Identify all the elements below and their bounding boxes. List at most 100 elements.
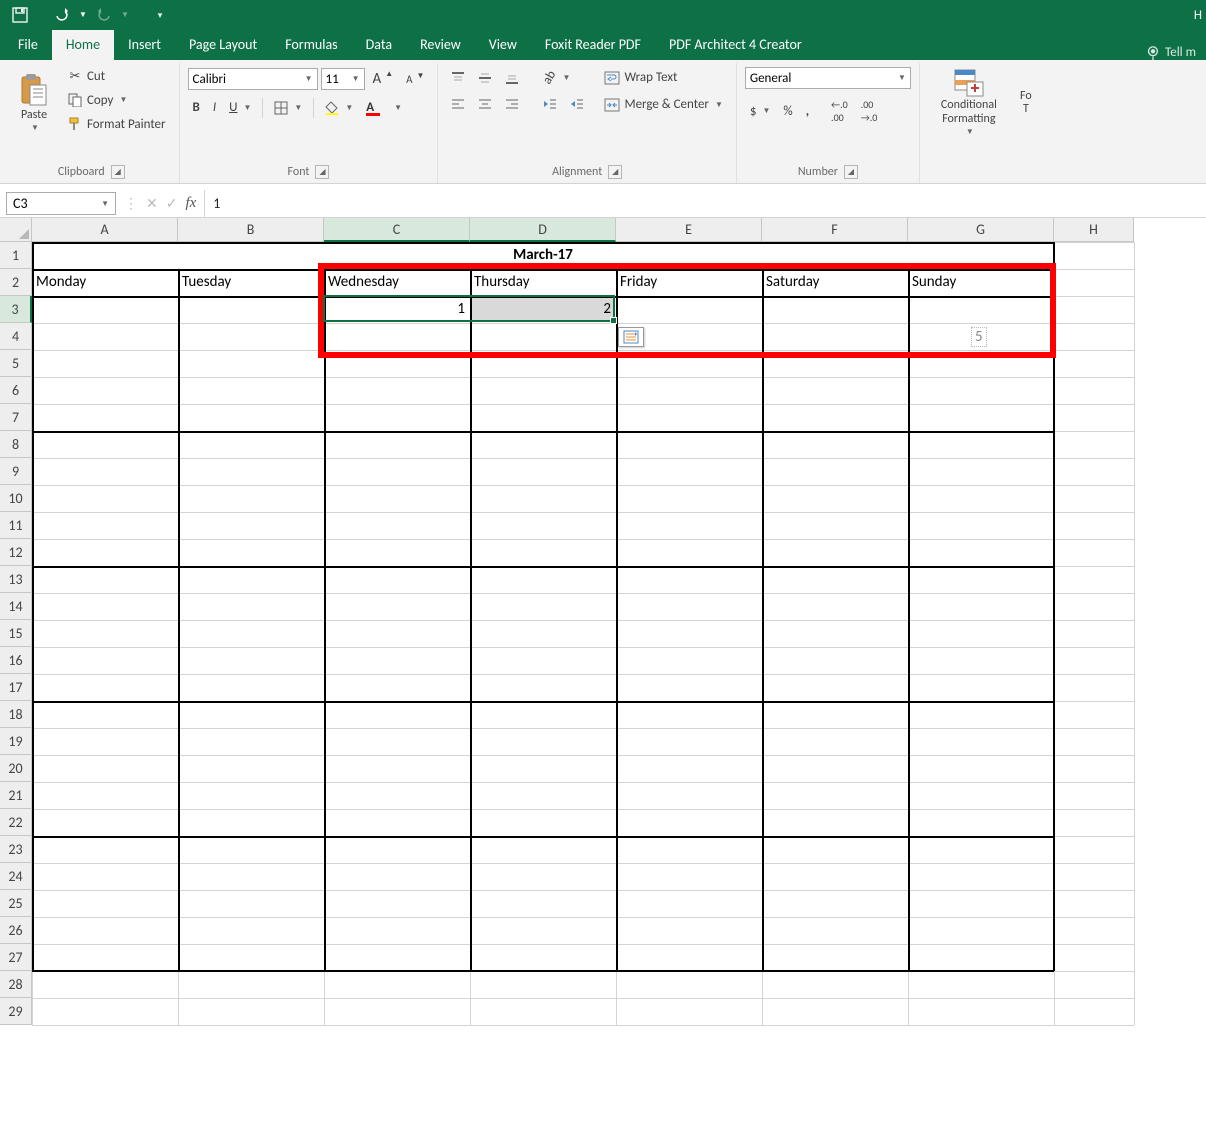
- fill-color-button[interactable]: ▼: [320, 98, 358, 118]
- increase-indent-button[interactable]: [565, 94, 589, 114]
- clipboard-dialog-launcher-icon[interactable]: ◢: [111, 165, 125, 179]
- tab-formulas[interactable]: Formulas: [271, 30, 351, 60]
- autofill-options-icon[interactable]: [618, 327, 644, 347]
- tab-insert[interactable]: Insert: [114, 30, 175, 60]
- row-header-6[interactable]: 6: [0, 377, 32, 404]
- row-header-21[interactable]: 21: [0, 782, 32, 809]
- row-header-16[interactable]: 16: [0, 647, 32, 674]
- number-dialog-launcher-icon[interactable]: ◢: [844, 165, 858, 179]
- redo-icon[interactable]: [92, 3, 116, 27]
- redo-dropdown-icon[interactable]: ▼: [120, 3, 130, 27]
- undo-icon[interactable]: [50, 3, 74, 27]
- increase-decimal-button[interactable]: ←.0.00: [826, 95, 853, 127]
- row-header-23[interactable]: 23: [0, 836, 32, 863]
- col-header-H[interactable]: H: [1054, 218, 1134, 242]
- format-as-table-button[interactable]: Fo T: [1016, 63, 1036, 143]
- row-header-9[interactable]: 9: [0, 458, 32, 485]
- tab-home[interactable]: Home: [52, 30, 114, 60]
- cell-D3[interactable]: 2: [470, 296, 615, 322]
- alignment-dialog-launcher-icon[interactable]: ◢: [608, 165, 622, 179]
- formula-bar-input[interactable]: 1: [204, 190, 1206, 217]
- tab-view[interactable]: View: [475, 30, 531, 60]
- decrease-font-button[interactable]: A▼: [401, 70, 429, 89]
- number-format-combo[interactable]: General▼: [745, 67, 911, 89]
- tell-me-search[interactable]: Tell m: [1136, 45, 1206, 60]
- select-all-corner[interactable]: [0, 218, 32, 242]
- enter-formula-icon[interactable]: ✓: [166, 195, 178, 212]
- name-box[interactable]: C3 ▼: [6, 192, 116, 215]
- save-icon[interactable]: [8, 3, 32, 27]
- orientation-button[interactable]: ab▼: [538, 67, 575, 88]
- row-header-25[interactable]: 25: [0, 890, 32, 917]
- cell-E2[interactable]: Friday: [616, 269, 761, 295]
- cell-C3[interactable]: 1: [324, 296, 469, 322]
- increase-font-button[interactable]: A▲: [368, 67, 399, 91]
- tab-data[interactable]: Data: [352, 30, 406, 60]
- row-header-27[interactable]: 27: [0, 944, 32, 971]
- cell-title-merged[interactable]: March-17: [32, 242, 1054, 268]
- row-header-13[interactable]: 13: [0, 566, 32, 593]
- row-header-22[interactable]: 22: [0, 809, 32, 836]
- row-header-3[interactable]: 3: [0, 296, 32, 323]
- row-header-7[interactable]: 7: [0, 404, 32, 431]
- qat-customize-icon[interactable]: ▾: [148, 3, 172, 27]
- cell-G2[interactable]: Sunday: [908, 269, 1053, 295]
- merge-center-button[interactable]: Merge & Center ▼: [599, 94, 727, 115]
- cell-D2[interactable]: Thursday: [470, 269, 615, 295]
- conditional-formatting-button[interactable]: ConditionalFormatting▼: [928, 63, 1010, 143]
- align-right-button[interactable]: [500, 94, 524, 114]
- comma-style-button[interactable]: ,: [801, 101, 814, 122]
- italic-button[interactable]: I: [208, 97, 221, 118]
- row-header-15[interactable]: 15: [0, 620, 32, 647]
- col-header-C[interactable]: C: [324, 218, 470, 242]
- decrease-indent-button[interactable]: [538, 94, 562, 114]
- copy-button[interactable]: Copy ▼: [62, 89, 171, 111]
- tab-review[interactable]: Review: [406, 30, 475, 60]
- row-header-14[interactable]: 14: [0, 593, 32, 620]
- cancel-formula-icon[interactable]: ✕: [146, 195, 158, 212]
- col-header-G[interactable]: G: [908, 218, 1054, 242]
- row-header-2[interactable]: 2: [0, 269, 32, 296]
- row-header-10[interactable]: 10: [0, 485, 32, 512]
- format-painter-button[interactable]: Format Painter: [62, 113, 171, 135]
- align-left-button[interactable]: [446, 94, 470, 114]
- percent-button[interactable]: %: [778, 101, 797, 122]
- cell-C2[interactable]: Wednesday: [324, 269, 469, 295]
- font-size-combo[interactable]: 11▼: [321, 68, 365, 90]
- decrease-decimal-button[interactable]: .00→.0: [856, 95, 883, 127]
- row-header-4[interactable]: 4: [0, 323, 32, 350]
- tab-file[interactable]: File: [4, 30, 52, 60]
- col-header-D[interactable]: D: [470, 218, 616, 242]
- formula-more-icon[interactable]: ⋮: [124, 195, 138, 212]
- col-header-E[interactable]: E: [616, 218, 762, 242]
- row-header-1[interactable]: 1: [0, 242, 32, 269]
- col-header-F[interactable]: F: [762, 218, 908, 242]
- spreadsheet-grid[interactable]: ABCDEFGH 1234567891011121314151617181920…: [0, 218, 1206, 1118]
- fx-icon[interactable]: fx: [185, 195, 196, 212]
- row-header-19[interactable]: 19: [0, 728, 32, 755]
- font-dialog-launcher-icon[interactable]: ◢: [315, 165, 329, 179]
- col-header-B[interactable]: B: [178, 218, 324, 242]
- row-header-24[interactable]: 24: [0, 863, 32, 890]
- font-name-combo[interactable]: Calibri▼: [188, 68, 318, 90]
- underline-button[interactable]: U▼: [224, 97, 256, 118]
- tab-foxit[interactable]: Foxit Reader PDF: [531, 30, 655, 60]
- cut-button[interactable]: ✂ Cut: [62, 65, 171, 87]
- borders-button[interactable]: ▼: [269, 98, 307, 118]
- row-header-5[interactable]: 5: [0, 350, 32, 377]
- row-header-28[interactable]: 28: [0, 971, 32, 998]
- row-header-17[interactable]: 17: [0, 674, 32, 701]
- align-bottom-button[interactable]: [500, 68, 524, 88]
- cell-A2[interactable]: Monday: [32, 269, 177, 295]
- accounting-format-button[interactable]: $▼: [745, 101, 776, 122]
- align-center-button[interactable]: [473, 94, 497, 114]
- font-color-button[interactable]: A▼: [361, 97, 407, 118]
- row-header-26[interactable]: 26: [0, 917, 32, 944]
- tab-page-layout[interactable]: Page Layout: [175, 30, 271, 60]
- row-header-8[interactable]: 8: [0, 431, 32, 458]
- row-header-29[interactable]: 29: [0, 998, 32, 1025]
- undo-dropdown-icon[interactable]: ▼: [78, 3, 88, 27]
- row-header-18[interactable]: 18: [0, 701, 32, 728]
- row-header-12[interactable]: 12: [0, 539, 32, 566]
- align-top-button[interactable]: [446, 68, 470, 88]
